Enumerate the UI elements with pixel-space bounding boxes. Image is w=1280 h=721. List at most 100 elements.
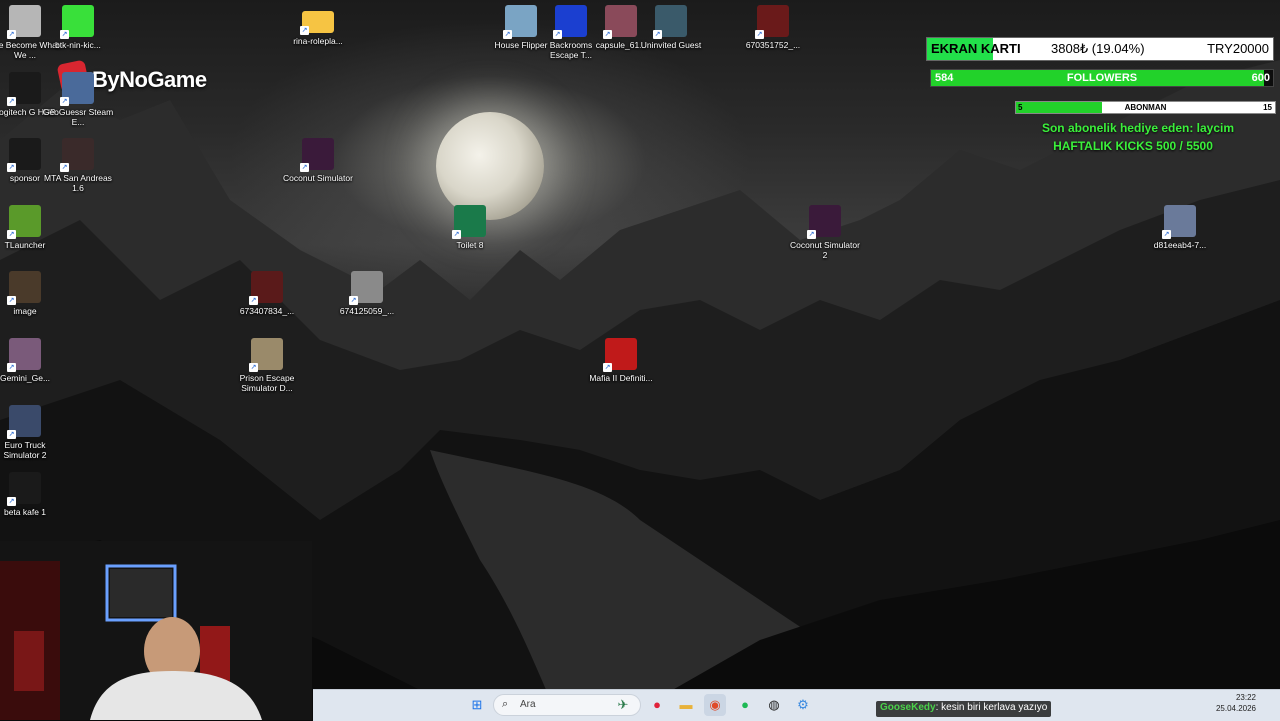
game-icon: ↗ xyxy=(653,5,687,39)
shortcut-arrow-icon: ↗ xyxy=(249,296,258,305)
logitech-icon: ↗ xyxy=(7,72,41,106)
desktop-icon-label: rina-rolepla... xyxy=(293,36,343,46)
shortcut-arrow-icon: ↗ xyxy=(452,230,461,239)
sponsor-icon: ↗ xyxy=(7,138,41,172)
image-icon: ↗ xyxy=(603,5,637,39)
shortcut-arrow-icon: ↗ xyxy=(7,97,16,106)
obs-icon[interactable]: ◍ xyxy=(763,694,785,716)
desktop-icon[interactable]: ↗ image xyxy=(0,271,61,316)
desktop-icon[interactable]: ↗ rina-rolepla... xyxy=(282,5,354,46)
chat-text: : kesin biri kerlava yazıyo xyxy=(935,702,1048,713)
shortcut-arrow-icon: ↗ xyxy=(653,30,662,39)
shortcut-arrow-icon: ↗ xyxy=(7,230,16,239)
desktop-icon[interactable]: ↗ Euro Truck Simulator 2 xyxy=(0,405,61,460)
shortcut-arrow-icon: ↗ xyxy=(7,30,16,39)
spotify-icon[interactable]: ● xyxy=(734,694,756,716)
desktop-icon-label: image xyxy=(13,306,37,316)
desktop-icon-label: beta kafe 1 xyxy=(3,507,47,517)
desktop-icon[interactable]: ↗ 674125059_... xyxy=(331,271,403,316)
subs-goal: 15 xyxy=(1263,103,1272,112)
shortcut-arrow-icon: ↗ xyxy=(807,230,816,239)
desktop-icon-label: 670351752_... xyxy=(745,40,801,50)
kick-icon: ↗ xyxy=(60,5,94,39)
windows-start-icon[interactable]: ⊞ xyxy=(466,694,488,716)
game-icon: ↗ xyxy=(300,138,334,172)
file-explorer-icon[interactable]: ▬ xyxy=(675,694,697,716)
desktop-icon-label: Toilet 8 xyxy=(456,240,484,250)
desktop-icon[interactable]: ↗ 673407834_... xyxy=(231,271,303,316)
shortcut-arrow-icon: ↗ xyxy=(7,163,16,172)
gpu-goal-title: EKRAN KARTI xyxy=(931,41,1021,56)
desktop-icon[interactable]: ↗ d81eeab4-7... xyxy=(1144,205,1216,250)
desktop-icon[interactable]: ↗ MTA San Andreas 1.6 xyxy=(42,138,114,193)
game-icon: ↗ xyxy=(7,5,41,39)
game-icon: ↗ xyxy=(807,205,841,239)
image-icon: ↗ xyxy=(7,338,41,372)
minecraft-icon: ↗ xyxy=(7,205,41,239)
shortcut-arrow-icon: ↗ xyxy=(7,363,16,372)
game-icon: ↗ xyxy=(503,5,537,39)
shortcut-arrow-icon: ↗ xyxy=(60,163,69,172)
shortcut-arrow-icon: ↗ xyxy=(349,296,358,305)
shortcut-arrow-icon: ↗ xyxy=(7,430,16,439)
desktop-icon-label: Uninvited Guest xyxy=(640,40,702,50)
followers-goal: 600 xyxy=(1251,72,1270,84)
desktop-icon-label: d81eeab4-7... xyxy=(1153,240,1207,250)
desktop-icon-label: Prison Escape Simulator D... xyxy=(239,373,295,393)
image-icon: ↗ xyxy=(249,271,283,305)
clock-time: 23:22 xyxy=(1235,693,1256,702)
desktop-icon[interactable]: ↗ GeoGuessr Steam E... xyxy=(42,72,114,127)
desktop-icon-label: TLauncher xyxy=(4,240,46,250)
webcam-feed xyxy=(0,541,312,720)
shortcut-arrow-icon: ↗ xyxy=(603,363,612,372)
desktop-icon[interactable]: ↗ TLauncher xyxy=(0,205,61,250)
shortcut-arrow-icon: ↗ xyxy=(503,30,512,39)
desktop-icon-label: btk-nin-kic... xyxy=(55,40,101,50)
search-icon: ⌕ xyxy=(502,698,509,710)
desktop-icon[interactable]: ↗ Coconut Simulator xyxy=(282,138,354,183)
desktop-icon[interactable]: ↗ Uninvited Guest xyxy=(635,5,707,50)
desktop-icon[interactable]: ↗ beta kafe 1 xyxy=(0,472,61,517)
chrome-icon[interactable]: ◉ xyxy=(704,694,726,716)
desktop-icon[interactable]: ↗ Coconut Simulator 2 xyxy=(789,205,861,260)
desktop-icon[interactable]: ↗ btk-nin-kic... xyxy=(42,5,114,50)
game-icon: ↗ xyxy=(60,72,94,106)
chat-message: GooseKedy: kesin biri kerlava yazıyo xyxy=(876,701,1052,717)
weekly-kicks-text: HAFTALIK KICKS 500 / 5500 xyxy=(1053,139,1213,153)
desktop-icon-label: GeoGuessr Steam E... xyxy=(42,107,114,127)
gpu-goal-bar: EKRAN KARTI 3808₺ (19.04%) TRY20000 xyxy=(926,37,1274,61)
gpu-goal-amount: 3808₺ (19.04%) xyxy=(1051,41,1145,56)
game-icon: ↗ xyxy=(60,138,94,172)
shortcut-arrow-icon: ↗ xyxy=(7,296,16,305)
desktop-icon-label: Euro Truck Simulator 2 xyxy=(3,440,47,460)
shortcut-arrow-icon: ↗ xyxy=(553,30,562,39)
shortcut-arrow-icon: ↗ xyxy=(300,163,309,172)
shortcut-arrow-icon: ↗ xyxy=(249,363,258,372)
desktop-icon-label: 674125059_... xyxy=(339,306,395,316)
game-icon: ↗ xyxy=(553,5,587,39)
file-icon: ↗ xyxy=(7,472,41,506)
taskbar-app-icon[interactable]: ✈ xyxy=(606,694,640,716)
desktop-icon-label: MTA San Andreas 1.6 xyxy=(44,173,112,193)
desktop-icon-label: 673407834_... xyxy=(239,306,295,316)
image-icon: ↗ xyxy=(1162,205,1196,239)
subs-label: ABONMAN xyxy=(1124,103,1167,112)
search-placeholder: Ara xyxy=(520,699,536,710)
gpu-goal-target: TRY20000 xyxy=(1207,41,1269,56)
settings-icon[interactable]: ⚙ xyxy=(792,694,814,716)
shortcut-arrow-icon: ↗ xyxy=(7,497,16,506)
shortcut-arrow-icon: ↗ xyxy=(603,30,612,39)
shortcut-arrow-icon: ↗ xyxy=(60,30,69,39)
taskbar-clock[interactable]: 23:22 25.04.2026 xyxy=(1216,692,1256,714)
desktop-icon[interactable]: ↗ Gemini_Ge... xyxy=(0,338,61,383)
desktop-icon[interactable]: ↗ Prison Escape Simulator D... xyxy=(231,338,303,393)
record-icon[interactable]: ● xyxy=(646,694,668,716)
shortcut-arrow-icon: ↗ xyxy=(300,26,309,35)
clock-date: 25.04.2026 xyxy=(1215,704,1256,713)
followers-goal-bar: 584 FOLLOWERS 600 xyxy=(930,69,1274,87)
game-icon: ↗ xyxy=(249,338,283,372)
desktop-icon[interactable]: ↗ Mafia II Definiti... xyxy=(585,338,657,383)
desktop-icon[interactable]: ↗ Toilet 8 xyxy=(434,205,506,250)
desktop-icon[interactable]: ↗ 670351752_... xyxy=(737,5,809,50)
image-icon: ↗ xyxy=(349,271,383,305)
